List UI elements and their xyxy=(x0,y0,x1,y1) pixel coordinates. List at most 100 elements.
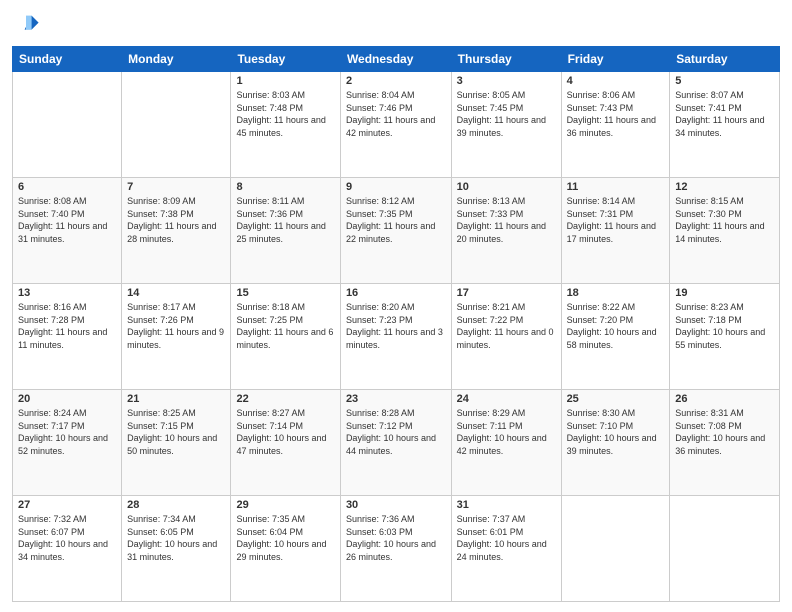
calendar-cell: 19 Sunrise: 8:23 AM Sunset: 7:18 PM Dayli… xyxy=(670,284,780,390)
day-number: 16 xyxy=(346,287,446,299)
day-number: 20 xyxy=(18,393,116,405)
calendar-cell: 2 Sunrise: 8:04 AM Sunset: 7:46 PM Daylig… xyxy=(340,72,451,178)
header xyxy=(12,10,780,38)
logo xyxy=(12,10,44,38)
calendar-cell: 5 Sunrise: 8:07 AM Sunset: 7:41 PM Daylig… xyxy=(670,72,780,178)
cell-content: Sunrise: 8:18 AM Sunset: 7:25 PM Dayligh… xyxy=(236,301,334,351)
calendar-cell xyxy=(13,72,122,178)
calendar-week-3: 13 Sunrise: 8:16 AM Sunset: 7:28 PM Dayli… xyxy=(13,284,780,390)
day-number: 21 xyxy=(127,393,225,405)
calendar-cell: 16 Sunrise: 8:20 AM Sunset: 7:23 PM Dayli… xyxy=(340,284,451,390)
day-number: 12 xyxy=(675,181,774,193)
cell-content: Sunrise: 8:31 AM Sunset: 7:08 PM Dayligh… xyxy=(675,407,774,457)
day-number: 31 xyxy=(457,499,556,511)
cell-content: Sunrise: 8:27 AM Sunset: 7:14 PM Dayligh… xyxy=(236,407,334,457)
cell-content: Sunrise: 7:35 AM Sunset: 6:04 PM Dayligh… xyxy=(236,513,334,563)
day-number: 10 xyxy=(457,181,556,193)
day-number: 23 xyxy=(346,393,446,405)
calendar-cell: 27Sunrise: 7:32 AM Sunset: 6:07 PM Dayli… xyxy=(13,496,122,602)
cell-content: Sunrise: 8:06 AM Sunset: 7:43 PM Dayligh… xyxy=(567,89,665,139)
calendar-cell: 15 Sunrise: 8:18 AM Sunset: 7:25 PM Dayli… xyxy=(231,284,340,390)
calendar-table: SundayMondayTuesdayWednesdayThursdayFrid… xyxy=(12,46,780,602)
day-number: 11 xyxy=(567,181,665,193)
day-number: 25 xyxy=(567,393,665,405)
weekday-header-sunday: Sunday xyxy=(13,47,122,72)
calendar-cell: 24Sunrise: 8:29 AM Sunset: 7:11 PM Dayli… xyxy=(451,390,561,496)
cell-content: Sunrise: 8:28 AM Sunset: 7:12 PM Dayligh… xyxy=(346,407,446,457)
day-number: 2 xyxy=(346,75,446,87)
day-number: 7 xyxy=(127,181,225,193)
weekday-header-tuesday: Tuesday xyxy=(231,47,340,72)
day-number: 9 xyxy=(346,181,446,193)
calendar-week-5: 27Sunrise: 7:32 AM Sunset: 6:07 PM Dayli… xyxy=(13,496,780,602)
day-number: 13 xyxy=(18,287,116,299)
day-number: 4 xyxy=(567,75,665,87)
weekday-header-thursday: Thursday xyxy=(451,47,561,72)
calendar-cell: 7 Sunrise: 8:09 AM Sunset: 7:38 PM Daylig… xyxy=(122,178,231,284)
day-number: 26 xyxy=(675,393,774,405)
weekday-header-saturday: Saturday xyxy=(670,47,780,72)
calendar-cell: 1 Sunrise: 8:03 AM Sunset: 7:48 PM Daylig… xyxy=(231,72,340,178)
day-number: 17 xyxy=(457,287,556,299)
day-number: 18 xyxy=(567,287,665,299)
calendar-cell: 28Sunrise: 7:34 AM Sunset: 6:05 PM Dayli… xyxy=(122,496,231,602)
calendar-cell: 10 Sunrise: 8:13 AM Sunset: 7:33 PM Dayli… xyxy=(451,178,561,284)
cell-content: Sunrise: 8:07 AM Sunset: 7:41 PM Dayligh… xyxy=(675,89,774,139)
day-number: 14 xyxy=(127,287,225,299)
cell-content: Sunrise: 8:22 AM Sunset: 7:20 PM Dayligh… xyxy=(567,301,665,351)
calendar-cell: 3Sunrise: 8:05 AM Sunset: 7:45 PM Daylig… xyxy=(451,72,561,178)
day-number: 24 xyxy=(457,393,556,405)
cell-content: Sunrise: 8:14 AM Sunset: 7:31 PM Dayligh… xyxy=(567,195,665,245)
day-number: 5 xyxy=(675,75,774,87)
day-number: 29 xyxy=(236,499,334,511)
day-number: 3 xyxy=(457,75,556,87)
calendar-cell: 11 Sunrise: 8:14 AM Sunset: 7:31 PM Dayli… xyxy=(561,178,670,284)
calendar-cell: 8 Sunrise: 8:11 AM Sunset: 7:36 PM Daylig… xyxy=(231,178,340,284)
cell-content: Sunrise: 8:24 AM Sunset: 7:17 PM Dayligh… xyxy=(18,407,116,457)
day-number: 19 xyxy=(675,287,774,299)
calendar-cell: 9 Sunrise: 8:12 AM Sunset: 7:35 PM Daylig… xyxy=(340,178,451,284)
calendar-cell xyxy=(670,496,780,602)
cell-content: Sunrise: 8:03 AM Sunset: 7:48 PM Dayligh… xyxy=(236,89,334,139)
calendar-cell: 26 Sunrise: 8:31 AM Sunset: 7:08 PM Dayli… xyxy=(670,390,780,496)
cell-content: Sunrise: 7:32 AM Sunset: 6:07 PM Dayligh… xyxy=(18,513,116,563)
cell-content: Sunrise: 8:30 AM Sunset: 7:10 PM Dayligh… xyxy=(567,407,665,457)
calendar-cell: 23 Sunrise: 8:28 AM Sunset: 7:12 PM Dayli… xyxy=(340,390,451,496)
calendar-cell xyxy=(122,72,231,178)
logo-icon xyxy=(12,10,40,38)
calendar-week-1: 1 Sunrise: 8:03 AM Sunset: 7:48 PM Daylig… xyxy=(13,72,780,178)
page-container: SundayMondayTuesdayWednesdayThursdayFrid… xyxy=(0,0,792,612)
cell-content: Sunrise: 8:16 AM Sunset: 7:28 PM Dayligh… xyxy=(18,301,116,351)
cell-content: Sunrise: 8:04 AM Sunset: 7:46 PM Dayligh… xyxy=(346,89,446,139)
cell-content: Sunrise: 8:23 AM Sunset: 7:18 PM Dayligh… xyxy=(675,301,774,351)
cell-content: Sunrise: 8:09 AM Sunset: 7:38 PM Dayligh… xyxy=(127,195,225,245)
cell-content: Sunrise: 7:37 AM Sunset: 6:01 PM Dayligh… xyxy=(457,513,556,563)
calendar-cell: 22 Sunrise: 8:27 AM Sunset: 7:14 PM Dayli… xyxy=(231,390,340,496)
day-number: 1 xyxy=(236,75,334,87)
day-number: 15 xyxy=(236,287,334,299)
calendar-cell xyxy=(561,496,670,602)
calendar-cell: 30Sunrise: 7:36 AM Sunset: 6:03 PM Dayli… xyxy=(340,496,451,602)
cell-content: Sunrise: 7:34 AM Sunset: 6:05 PM Dayligh… xyxy=(127,513,225,563)
calendar-cell: 4 Sunrise: 8:06 AM Sunset: 7:43 PM Daylig… xyxy=(561,72,670,178)
cell-content: Sunrise: 8:17 AM Sunset: 7:26 PM Dayligh… xyxy=(127,301,225,351)
calendar-cell: 29 Sunrise: 7:35 AM Sunset: 6:04 PM Dayli… xyxy=(231,496,340,602)
cell-content: Sunrise: 7:36 AM Sunset: 6:03 PM Dayligh… xyxy=(346,513,446,563)
calendar-cell: 12 Sunrise: 8:15 AM Sunset: 7:30 PM Dayli… xyxy=(670,178,780,284)
cell-content: Sunrise: 8:20 AM Sunset: 7:23 PM Dayligh… xyxy=(346,301,446,351)
calendar-cell: 31 Sunrise: 7:37 AM Sunset: 6:01 PM Dayli… xyxy=(451,496,561,602)
day-number: 22 xyxy=(236,393,334,405)
day-number: 8 xyxy=(236,181,334,193)
calendar-cell: 6Sunrise: 8:08 AM Sunset: 7:40 PM Daylig… xyxy=(13,178,122,284)
cell-content: Sunrise: 8:12 AM Sunset: 7:35 PM Dayligh… xyxy=(346,195,446,245)
calendar-week-4: 20 Sunrise: 8:24 AM Sunset: 7:17 PM Dayli… xyxy=(13,390,780,496)
calendar-cell: 20 Sunrise: 8:24 AM Sunset: 7:17 PM Dayli… xyxy=(13,390,122,496)
calendar-body: 1 Sunrise: 8:03 AM Sunset: 7:48 PM Daylig… xyxy=(13,72,780,602)
cell-content: Sunrise: 8:25 AM Sunset: 7:15 PM Dayligh… xyxy=(127,407,225,457)
weekday-header-wednesday: Wednesday xyxy=(340,47,451,72)
cell-content: Sunrise: 8:15 AM Sunset: 7:30 PM Dayligh… xyxy=(675,195,774,245)
cell-content: Sunrise: 8:11 AM Sunset: 7:36 PM Dayligh… xyxy=(236,195,334,245)
weekday-header-monday: Monday xyxy=(122,47,231,72)
calendar-week-2: 6Sunrise: 8:08 AM Sunset: 7:40 PM Daylig… xyxy=(13,178,780,284)
cell-content: Sunrise: 8:13 AM Sunset: 7:33 PM Dayligh… xyxy=(457,195,556,245)
